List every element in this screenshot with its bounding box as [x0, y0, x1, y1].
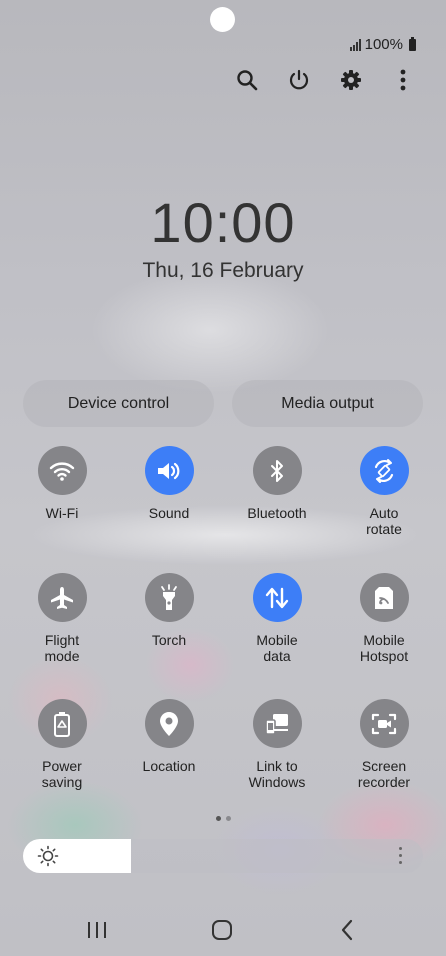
brightness-icon — [37, 845, 59, 867]
tile-flight-mode[interactable]: Flight mode — [12, 573, 112, 664]
battery-percent: 100% — [364, 36, 403, 53]
power-icon[interactable] — [284, 65, 314, 95]
bluetooth-icon — [252, 446, 302, 495]
page-dot — [215, 816, 221, 821]
tile-label: Location — [142, 758, 196, 774]
tile-label: Torch — [151, 632, 187, 648]
tile-screen-recorder[interactable]: Screen recorder — [334, 699, 434, 790]
settings-icon[interactable] — [336, 65, 366, 95]
tile-label: Power — [42, 758, 82, 774]
link-to-windows-icon — [252, 699, 302, 748]
battery-icon — [409, 36, 416, 51]
more-options-icon[interactable] — [388, 65, 418, 95]
quick-panel: 100% 10:00 Thu, 16 February Device contr… — [0, 0, 446, 956]
torch-icon — [144, 573, 194, 622]
airplane-icon — [37, 573, 87, 622]
tile-label-line2: mode — [44, 648, 80, 664]
home-icon[interactable] — [200, 912, 244, 948]
tile-label: Mobile — [256, 632, 298, 648]
location-icon — [144, 699, 194, 748]
brightness-more-icon[interactable] — [399, 847, 403, 868]
tile-label: Flight — [44, 632, 80, 648]
tile-power-saving[interactable]: Power saving — [12, 699, 112, 790]
status-bar: 100% — [349, 36, 416, 53]
tile-label: Screen recorder — [357, 758, 411, 790]
tile-label-line2: rotate — [366, 521, 402, 537]
tile-location[interactable]: Location — [119, 699, 219, 774]
tile-label: Mobile — [363, 632, 405, 648]
tile-mobile-hotspot[interactable]: Mobile Hotspot — [334, 573, 434, 664]
brightness-slider[interactable] — [23, 839, 423, 873]
hotspot-icon — [359, 573, 409, 622]
tile-label-line2: saving — [41, 774, 83, 790]
tile-wifi[interactable]: Wi-Fi — [12, 446, 112, 521]
page-indicator — [0, 816, 446, 821]
tile-label: Sound — [148, 505, 190, 521]
device-control-button[interactable]: Device control — [23, 380, 214, 427]
page-dot — [225, 816, 231, 821]
mobile-data-icon — [252, 573, 302, 622]
power-saving-icon — [37, 699, 87, 748]
tile-label: Bluetooth — [247, 505, 307, 521]
tile-label: Auto — [369, 505, 399, 521]
screen-recorder-icon — [359, 699, 409, 748]
tile-mobile-data[interactable]: Mobile data — [227, 573, 327, 664]
signal-icon — [349, 38, 361, 51]
tile-label: Wi-Fi — [45, 505, 79, 521]
clock-date: Thu, 16 February — [142, 259, 304, 282]
tile-sound[interactable]: Sound — [119, 446, 219, 521]
tile-torch[interactable]: Torch — [119, 573, 219, 648]
auto-rotate-icon — [359, 446, 409, 495]
recent-apps-icon[interactable] — [75, 912, 119, 948]
media-output-button[interactable]: Media output — [232, 380, 423, 427]
tile-bluetooth[interactable]: Bluetooth — [227, 446, 327, 521]
quick-panel-actions — [0, 65, 446, 95]
navigation-bar — [0, 912, 446, 948]
back-icon[interactable] — [325, 912, 369, 948]
sound-icon — [144, 446, 194, 495]
search-icon[interactable] — [232, 65, 262, 95]
tile-link-to-windows[interactable]: Link to Windows — [227, 699, 327, 790]
tile-label-line2: Hotspot — [359, 648, 409, 664]
front-camera — [210, 7, 235, 32]
tile-label-line2: data — [263, 648, 291, 664]
tile-auto-rotate[interactable]: Auto rotate — [334, 446, 434, 537]
clock-time: 10:00 — [150, 191, 296, 254]
wifi-icon — [37, 446, 87, 495]
tile-label: Link to Windows — [248, 758, 306, 790]
